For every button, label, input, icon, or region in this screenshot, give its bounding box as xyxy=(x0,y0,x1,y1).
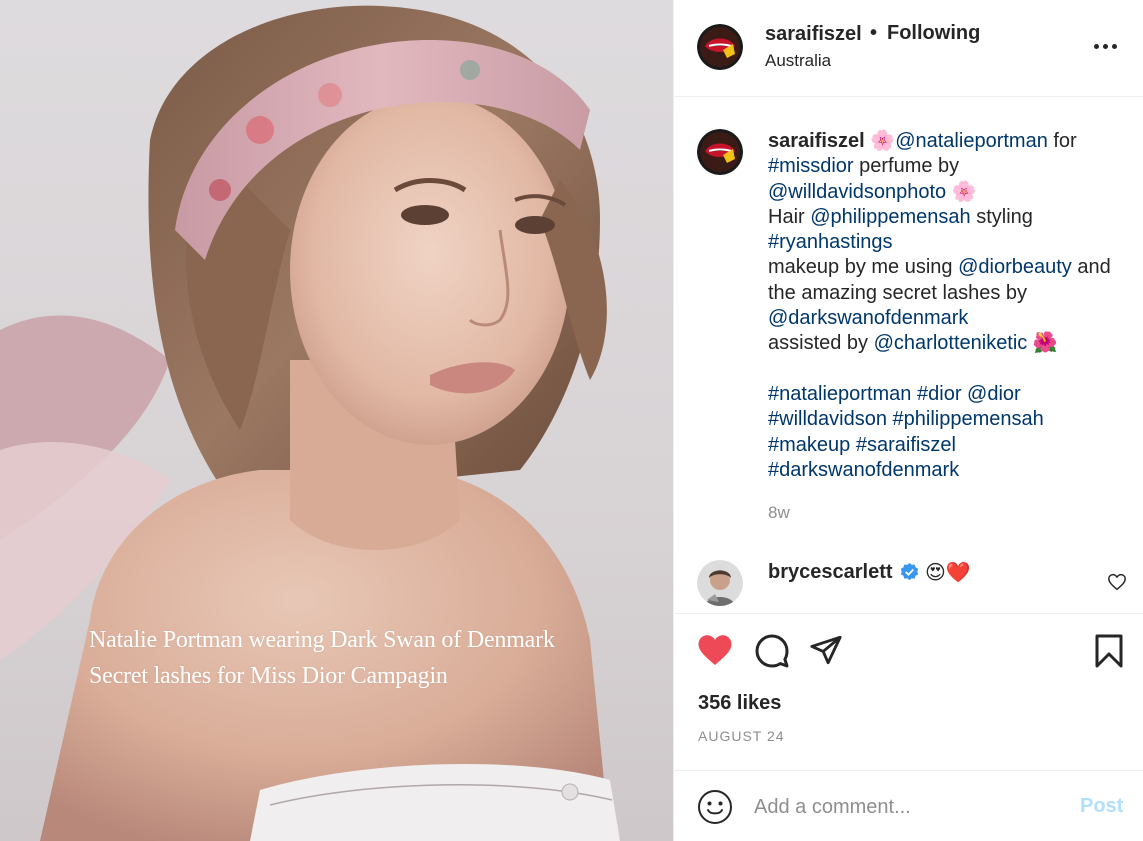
separator-dot: • xyxy=(870,22,878,44)
caption-word: styling xyxy=(970,205,1033,228)
hibiscus-emoji: 🌺 xyxy=(1027,332,1058,355)
caption-word: and xyxy=(1071,256,1111,279)
caption-word: makeup by me using xyxy=(768,256,959,279)
caption-line: #darkswanofdenmark xyxy=(768,458,1128,483)
more-horizontal-icon[interactable] xyxy=(1092,36,1120,56)
flower-emoji: 🌸 xyxy=(946,180,977,203)
hashtag-link[interactable]: #philippemensah xyxy=(893,408,1044,430)
caption-line: assisted by @charlotteniketic 🌺 xyxy=(768,331,1128,356)
bookmark-icon[interactable] xyxy=(1092,633,1126,669)
mention-link[interactable]: @charlotteniketic xyxy=(874,332,1028,354)
mention-link[interactable]: @willdavidsonphoto xyxy=(768,181,946,203)
photo-caption-line1: Natalie Portman wearing Dark Swan of Den… xyxy=(89,627,555,653)
mention-link[interactable]: @dior xyxy=(967,383,1021,405)
comment-text: 😍❤️ xyxy=(925,562,971,584)
flower-emoji: 🌸 xyxy=(870,130,896,152)
heart-filled-icon[interactable] xyxy=(697,633,733,667)
caption-word: Hair xyxy=(768,205,811,228)
verified-badge-icon xyxy=(900,563,919,581)
caption-line: #makeup #saraifiszel xyxy=(768,433,1128,458)
commenter-avatar[interactable] xyxy=(697,560,743,606)
post-date[interactable]: AUGUST 24 xyxy=(698,728,785,744)
mention-link[interactable]: @darkswanofdenmark xyxy=(768,307,968,329)
caption-username[interactable]: saraifiszel xyxy=(768,130,865,152)
mention-link[interactable]: @philippemensah xyxy=(810,206,970,228)
comment-row: brycescarlett 😍❤️ xyxy=(674,548,1143,614)
portrait-image xyxy=(0,0,673,841)
post-button[interactable]: Post xyxy=(1080,795,1123,818)
photo-caption: Natalie Portman wearing Dark Swan of Den… xyxy=(89,622,609,694)
smiley-icon[interactable] xyxy=(697,789,733,825)
comment-input[interactable] xyxy=(754,791,1054,823)
commenter-username[interactable]: brycescarlett xyxy=(768,561,893,584)
following-button[interactable]: Following xyxy=(887,22,980,45)
caption-timestamp[interactable]: 8w xyxy=(768,503,790,523)
hashtag-link[interactable]: #ryanhastings xyxy=(768,231,893,253)
caption-word: perfume by xyxy=(853,155,960,178)
post-location[interactable]: Australia xyxy=(765,51,831,71)
caption-line: @willdavidsonphoto 🌸 xyxy=(768,180,1128,205)
hashtag-link[interactable]: #saraifiszel xyxy=(856,434,956,456)
author-avatar[interactable] xyxy=(697,24,743,70)
mention-link[interactable]: @natalieportman xyxy=(895,130,1048,152)
hashtag-link[interactable]: #darkswanofdenmark xyxy=(768,459,959,481)
post-photo[interactable]: Natalie Portman wearing Dark Swan of Den… xyxy=(0,0,673,841)
hashtag-link[interactable]: #missdior xyxy=(768,155,854,177)
caption-line: the amazing secret lashes by xyxy=(768,281,1128,306)
caption-line: makeup by me using @diorbeauty and xyxy=(768,255,1128,280)
add-comment-bar: Post xyxy=(674,770,1143,841)
caption-line: @darkswanofdenmark xyxy=(768,306,1128,331)
post-actions: 356 likes AUGUST 24 xyxy=(674,615,1143,770)
share-icon[interactable] xyxy=(808,633,844,667)
post-header: saraifiszel • Following Australia xyxy=(674,0,1143,97)
author-username[interactable]: saraifiszel xyxy=(765,23,862,46)
caption-line: #ryanhastings xyxy=(768,230,1128,255)
post-caption: saraifiszel 🌸@natalieportman for #missdi… xyxy=(674,98,1143,548)
hashtag-link[interactable]: #dior xyxy=(917,383,961,405)
photo-caption-line2: Secret lashes for Miss Dior Campagin xyxy=(89,663,448,689)
caption-line: saraifiszel 🌸@natalieportman for xyxy=(768,129,1128,154)
hashtag-link[interactable]: #natalieportman xyxy=(768,383,911,405)
caption-line: #willdavidson #philippemensah xyxy=(768,407,1128,432)
hashtag-link[interactable]: #willdavidson xyxy=(768,408,887,430)
caption-word: the amazing secret lashes by xyxy=(768,281,1028,304)
heart-outline-icon[interactable] xyxy=(1107,573,1127,591)
caption-line: #missdior perfume by xyxy=(768,154,1128,179)
likes-count[interactable]: 356 likes xyxy=(698,692,781,715)
comment-icon[interactable] xyxy=(754,633,790,669)
post-details-panel: saraifiszel • Following Australia saraif… xyxy=(673,0,1143,841)
caption-author-avatar[interactable] xyxy=(697,129,743,175)
caption-line: #natalieportman #dior @dior xyxy=(768,382,1128,407)
caption-word: for xyxy=(1047,130,1077,152)
hashtag-link[interactable]: #makeup xyxy=(768,434,850,456)
caption-line: Hair @philippemensah styling xyxy=(768,205,1128,230)
mention-link[interactable]: @diorbeauty xyxy=(958,256,1072,278)
caption-word: assisted by xyxy=(768,332,874,355)
caption-text: saraifiszel 🌸@natalieportman for #missdi… xyxy=(768,129,1128,483)
